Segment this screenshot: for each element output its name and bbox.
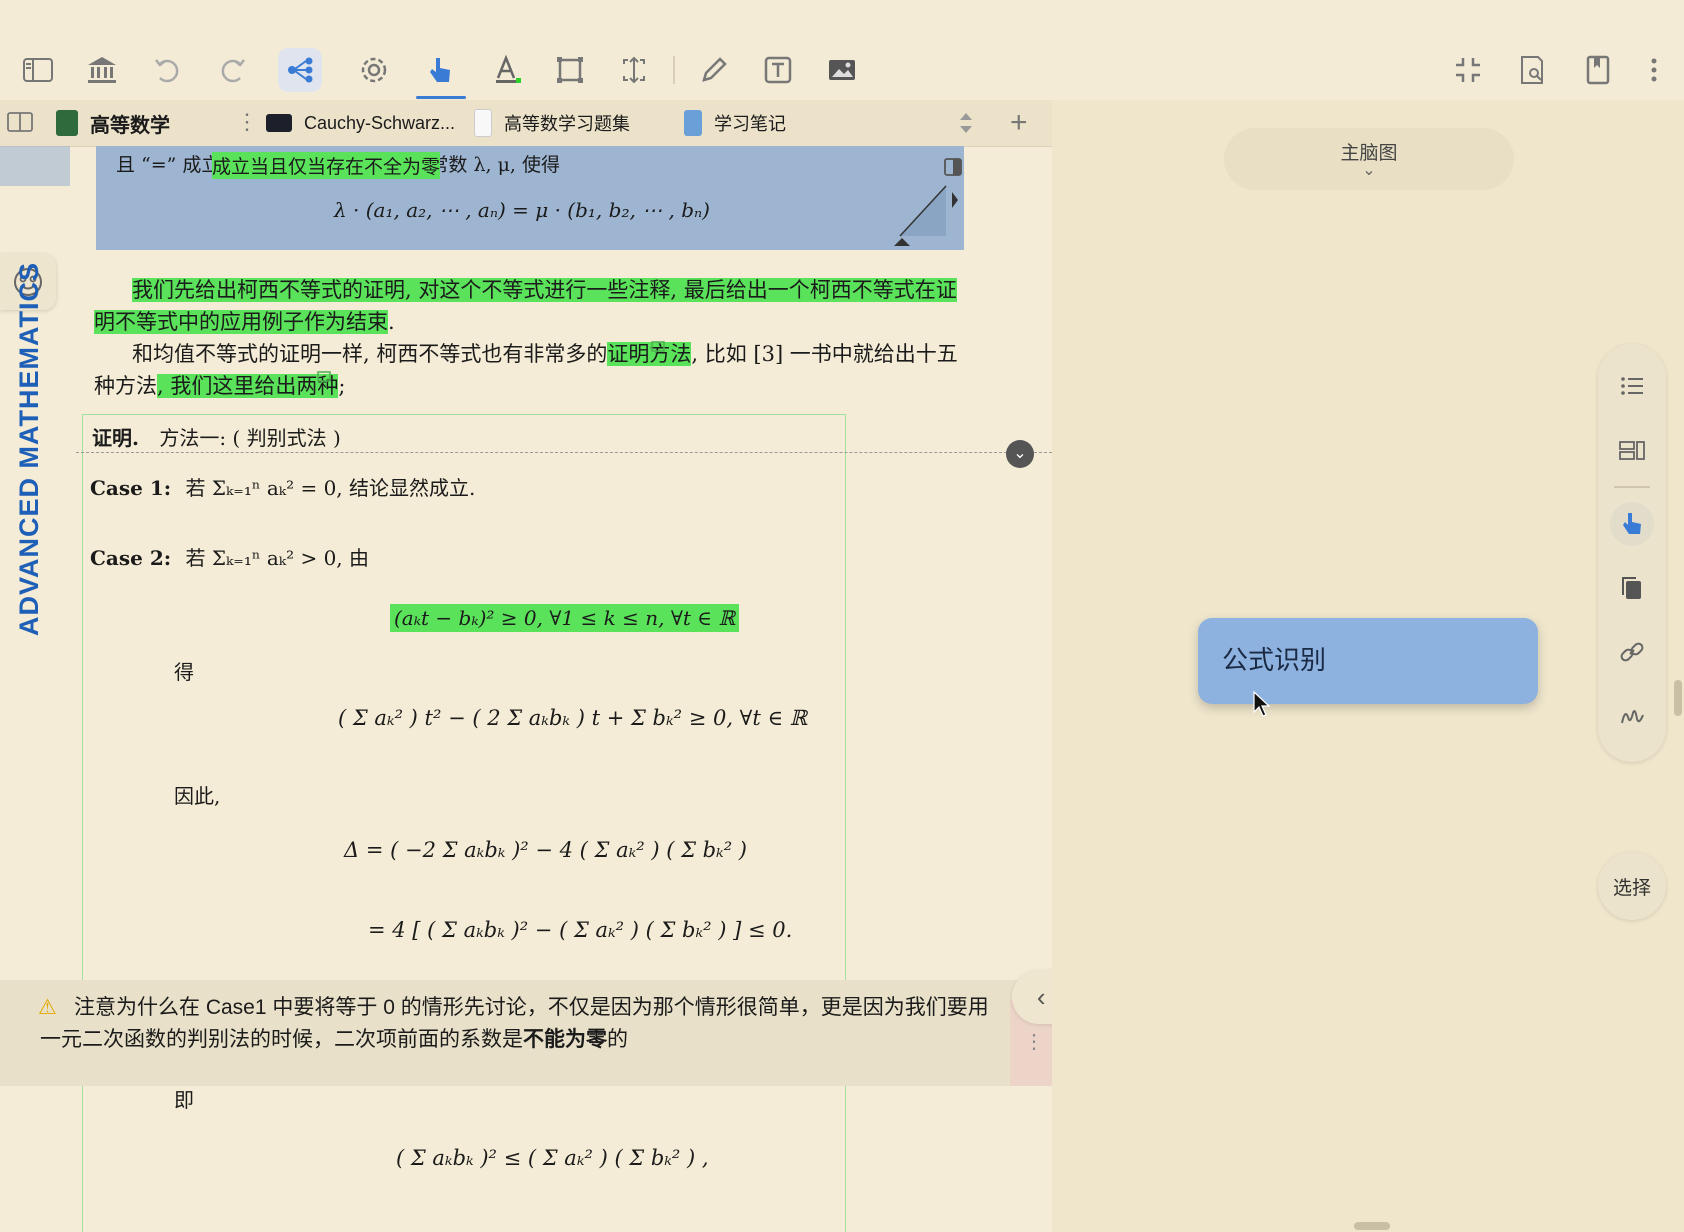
theorem-highlight-span[interactable]: 成立当且仅当存在不全为零 [212,152,441,179]
redo-icon[interactable] [210,48,254,92]
book-cover-icon [266,114,292,132]
paragraph-intro: 我们先给出柯西不等式的证明, 对这个不等式进行一些注释, 最后给出一个柯西不等式… [132,278,957,302]
mindmap-node[interactable]: 公式识别 [1198,618,1538,704]
hand-pointer-icon[interactable] [1610,502,1654,546]
page-divider-line [76,452,1052,453]
paragraph-methods: 和均值不等式的证明一样, 柯西不等式也有非常多的证明方法, 比如 [3] 一书中… [132,342,958,366]
active-tool-indicator [416,96,466,99]
equation-quadratic: ( Σ aₖ² ) t² − ( 2 Σ aₖbₖ ) t + Σ bₖ² ≥ … [338,706,808,730]
mindmap-share-icon[interactable] [278,48,322,92]
comment-icon[interactable] [650,340,666,356]
book-cover-icon [56,110,78,136]
outline-list-icon[interactable] [1610,364,1654,408]
handwriting-icon[interactable] [1610,694,1654,738]
proof-selection-box[interactable] [82,414,846,1232]
chevron-down-icon[interactable]: ⌄ [1006,440,1034,468]
settings-gear-icon[interactable] [352,48,396,92]
warning-note: ⚠ 注意为什么在 Case1 中要将等于 0 的情形先讨论，不仅是因为那个情形很… [0,980,1052,1086]
panel-toggle-icon[interactable] [942,156,964,178]
scrollbar-thumb[interactable] [1674,680,1682,716]
tab-cauchy-schwarz[interactable]: Cauchy-Schwarz... [266,100,455,146]
sidebar-toggle-icon[interactable] [16,48,60,92]
toolbar-separator [673,56,675,84]
theorem-formula: λ · (a₁, a₂, ⋯ , aₙ) = μ · (b₁, b₂, ⋯ , … [334,198,710,222]
copy-icon[interactable] [1610,566,1654,610]
book-cover-icon [684,110,702,136]
warning-text: ⚠ 注意为什么在 Case1 中要将等于 0 的情形先讨论，不仅是因为那个情形很… [38,992,1000,1056]
text-color-icon[interactable] [484,48,528,92]
textbox-icon[interactable] [756,48,800,92]
word-ji: 即 [174,1088,194,1112]
library-icon[interactable] [80,48,124,92]
mindmap-panel: 主脑图 ⌄ 公式识别 选择 [1052,100,1684,1232]
top-toolbar [0,0,1684,100]
tab-exercise-set[interactable]: 高等数学习题集 [474,100,630,146]
expand-icon[interactable] [612,48,656,92]
proof-heading: 证明. 方法一: ( 判别式法 ) [92,426,341,450]
paragraph-intro-cont: 明不等式中的应用例子作为结束. [94,310,395,334]
chevron-down-icon: ⌄ [1362,162,1376,179]
equation-discriminant: Δ = ( −2 Σ aₖbₖ )² − 4 ( Σ aₖ² ) ( Σ bₖ²… [344,838,747,862]
book-cover-icon [474,109,492,137]
thumbnail-strip [0,146,70,186]
word-de: 得 [174,660,194,684]
equation-cauchy-final: ( Σ aₖbₖ )² ≤ ( Σ aₖ² ) ( Σ bₖ² ) , [396,1146,709,1170]
document-tabs: 高等数学 ⋮ Cauchy-Schwarz... 高等数学习题集 学习笔记 + [0,100,1052,147]
more-menu-icon[interactable] [1634,48,1674,92]
bookmark-book-icon[interactable] [1576,48,1620,92]
mindmap-selector[interactable]: 主脑图 ⌄ [1224,128,1514,190]
tab-more-icon[interactable]: ⋮ [236,110,258,135]
paragraph-methods-cont: 种方法, 我们这里给出两种; [94,374,346,398]
note-more-icon[interactable]: ⋮ [1024,1026,1044,1058]
theorem-highlight-box[interactable]: 且 “=” 成立当且仅当存在不全为零的常数 λ, μ, 使得 成立当且仅当存在不… [96,146,964,250]
equation-discriminant-result: = 4 [ ( Σ aₖbₖ )² − ( Σ aₖ² ) ( Σ bₖ² ) … [368,918,793,942]
book-spine-title: ADVANCED MATHEMATICS [14,262,44,636]
warning-icon: ⚠ [38,996,57,1019]
equation-square-nonneg[interactable]: (aₖt − bₖ)² ≥ 0, ∀1 ≤ k ≤ n, ∀t ∈ ℝ [390,604,740,632]
hand-pointer-icon[interactable] [418,48,462,92]
tab-sort-icon[interactable] [956,108,976,138]
pencil-icon[interactable] [692,48,736,92]
comment-icon[interactable] [316,370,332,386]
link-icon[interactable] [1610,630,1654,674]
tab-study-notes[interactable]: 学习笔记 [684,100,786,146]
right-tool-rail [1598,344,1666,762]
case2-line: Case 2: 若 Σₖ₌₁ⁿ aₖ² > 0, 由 [90,546,370,570]
image-icon[interactable] [820,48,864,92]
split-view-icon[interactable] [6,110,36,136]
search-document-icon[interactable] [1510,48,1554,92]
collapse-icon[interactable] [1446,48,1490,92]
add-tab-icon[interactable]: + [1010,106,1028,140]
mouse-cursor-icon [1253,690,1271,717]
prev-page-icon[interactable]: ‹ [1037,982,1046,1013]
case1-line: Case 1: 若 Σₖ₌₁ⁿ aₖ² = 0, 结论显然成立. [90,476,476,500]
undo-icon[interactable] [146,48,190,92]
crop-rect-icon[interactable] [548,48,592,92]
drag-handle[interactable] [1354,1222,1390,1230]
box-resize-corner-icon[interactable] [876,180,966,250]
tab-gaodeng-shuxue[interactable]: 高等数学 [56,100,170,146]
card-layout-icon[interactable] [1610,428,1654,472]
word-yinci: 因此, [174,784,221,808]
select-button[interactable]: 选择 [1598,852,1666,920]
rail-separator [1614,486,1650,488]
